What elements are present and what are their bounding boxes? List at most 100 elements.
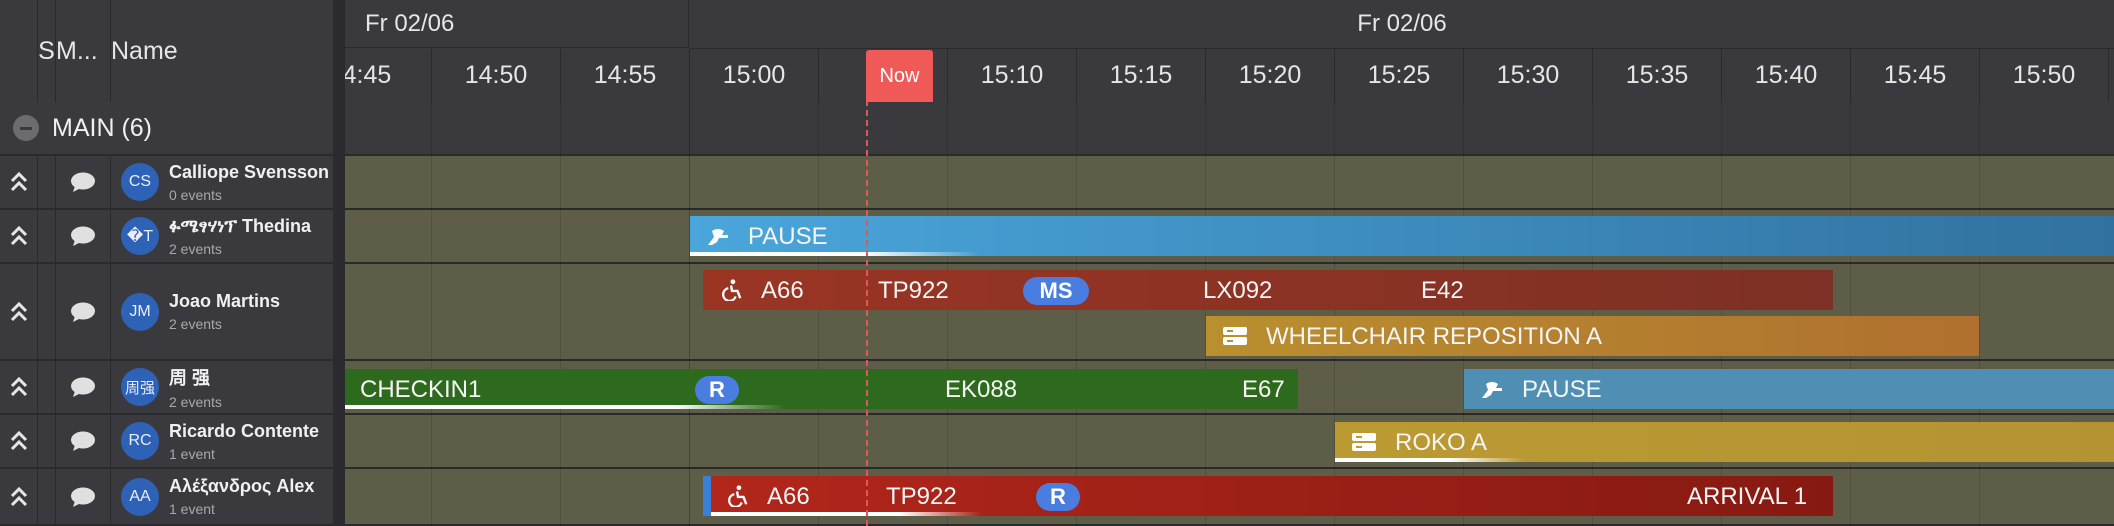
now-indicator-badge[interactable]: Now <box>866 50 933 102</box>
grid-line <box>560 102 561 526</box>
resource-name: ፉሜፃሃነፕ Thedina <box>169 215 312 236</box>
message-icon[interactable] <box>56 361 111 413</box>
time-tick: 15:50 <box>1980 49 2109 102</box>
column-message-label: M... <box>56 36 98 65</box>
grid-line <box>818 102 819 526</box>
resource-row[interactable]: JM Joao Martins 2 events <box>0 264 333 361</box>
scheduler-app: S M... Name MAIN (6) CS Calliope Svensso… <box>0 0 2114 526</box>
server-icon <box>1352 433 1376 451</box>
date-header-cell: Fr 02/06 <box>690 0 2114 49</box>
avatar: 周强 <box>121 368 159 406</box>
resource-event-count: 1 event <box>169 445 215 462</box>
event-code: A66 <box>761 277 804 304</box>
event-badge: MS <box>1023 277 1089 305</box>
event-arrival[interactable]: A66 TP922 R ARRIVAL 1 <box>703 476 1833 516</box>
grid-line <box>1979 102 1980 526</box>
event-label: PAUSE <box>748 223 828 250</box>
status-cell <box>38 361 56 413</box>
server-icon <box>1223 327 1247 345</box>
grid-line <box>1592 102 1593 526</box>
event-flight[interactable]: A66 TP922 MS LX092 E42 <box>703 270 1833 310</box>
time-tick: 14:50 <box>432 49 561 102</box>
message-icon[interactable] <box>56 415 111 467</box>
event-code: E67 <box>1242 376 1285 403</box>
resource-name: 周 强 <box>169 368 211 388</box>
expand-chevron-icon[interactable] <box>0 469 38 524</box>
event-wheelchair-reposition[interactable]: WHEELCHAIR REPOSITION A <box>1206 316 1979 356</box>
grid-line <box>1721 102 1722 526</box>
expand-chevron-icon[interactable] <box>0 361 38 413</box>
column-name-label: Name <box>111 36 178 65</box>
message-icon[interactable] <box>56 156 111 208</box>
avatar: JM <box>121 292 159 331</box>
expand-chevron-icon[interactable] <box>0 156 38 208</box>
event-label: WHEELCHAIR REPOSITION A <box>1266 323 1603 350</box>
wheelchair-icon <box>722 279 742 301</box>
event-code: E42 <box>1421 277 1464 304</box>
resource-event-count: 2 events <box>169 394 222 410</box>
grid-line <box>1334 102 1335 526</box>
column-header-message[interactable]: M... <box>56 0 111 102</box>
grid-line <box>947 102 948 526</box>
timeline-header: Fr 02/06 Fr 02/06 4:45 14:50 14:55 15:00… <box>345 0 2114 103</box>
event-roko[interactable]: ROKO A <box>1335 422 2114 462</box>
time-tick: 15:30 <box>1464 49 1593 102</box>
event-label: PAUSE <box>1522 376 1602 403</box>
event-label: ARRIVAL 1 <box>1687 483 1808 510</box>
grid-line <box>1205 102 1206 526</box>
grid-line <box>1463 102 1464 526</box>
resource-event-count: 0 events <box>169 186 222 203</box>
resource-name-cell: AA Αλέξανδρος Alex 1 event <box>111 469 333 524</box>
date-header-cell: Fr 02/06 <box>345 0 689 48</box>
resource-row[interactable]: �T ፉሜፃሃነፕ Thedina 2 events <box>0 210 333 264</box>
expand-chevron-icon[interactable] <box>0 264 38 359</box>
resource-event-count: 2 events <box>169 240 222 257</box>
event-progress <box>690 252 980 256</box>
time-tick: 15:20 <box>1206 49 1335 102</box>
status-cell <box>38 264 56 359</box>
avatar: RC <box>121 422 159 460</box>
event-code: TP922 <box>886 483 957 510</box>
expand-chevron-icon[interactable] <box>0 210 38 262</box>
message-icon[interactable] <box>56 210 111 262</box>
resource-row[interactable]: AA Αλέξανδρος Alex 1 event <box>0 469 333 526</box>
event-label: ROKO A <box>1395 429 1488 456</box>
event-progress <box>711 512 981 516</box>
resource-name-cell: 周强 周 强 2 events <box>111 361 333 413</box>
avatar: CS <box>121 163 159 201</box>
resource-row[interactable]: CS Calliope Svensson 0 events <box>0 156 333 210</box>
event-code: LX092 <box>1203 277 1273 304</box>
avatar: AA <box>121 477 159 516</box>
resource-row[interactable]: 周强 周 强 2 events <box>0 361 333 415</box>
event-checkin[interactable]: CHECKIN1 R EK088 E67 <box>345 369 1298 409</box>
event-code: EK088 <box>945 376 1018 403</box>
status-cell <box>38 156 56 208</box>
event-pause[interactable]: PAUSE <box>1464 369 2114 409</box>
column-header-status[interactable]: S <box>38 0 56 102</box>
expand-chevron-icon[interactable] <box>0 415 38 467</box>
timeline-row[interactable] <box>345 156 2114 210</box>
column-status-label: S <box>38 36 55 65</box>
group-row-main[interactable]: MAIN (6) <box>0 102 333 156</box>
resource-name-cell: JM Joao Martins 2 events <box>111 264 333 359</box>
collapse-group-icon[interactable] <box>13 115 39 141</box>
time-tick: 15:25 <box>1335 49 1464 102</box>
avatar: �T <box>121 217 159 255</box>
time-tick: 4:45 <box>345 49 432 102</box>
event-pause[interactable]: PAUSE <box>690 216 2114 256</box>
event-badge: R <box>1036 483 1080 511</box>
resource-name-cell: RC Ricardo Contente 1 event <box>111 415 333 467</box>
time-tick: 15:00 <box>690 49 819 102</box>
resource-name: Calliope Svensson <box>169 161 330 182</box>
pause-runner-icon <box>1482 382 1502 398</box>
resource-event-count: 2 events <box>169 316 222 332</box>
time-tick: 15:40 <box>1722 49 1851 102</box>
splitter-handle[interactable] <box>333 0 345 526</box>
grid-line <box>1076 102 1077 526</box>
event-progress <box>1335 458 1525 462</box>
column-header-name[interactable]: Name <box>111 0 333 102</box>
message-icon[interactable] <box>56 264 111 359</box>
resource-row[interactable]: RC Ricardo Contente 1 event <box>0 415 333 469</box>
message-icon[interactable] <box>56 469 111 524</box>
time-tick: 15:10 <box>948 49 1077 102</box>
